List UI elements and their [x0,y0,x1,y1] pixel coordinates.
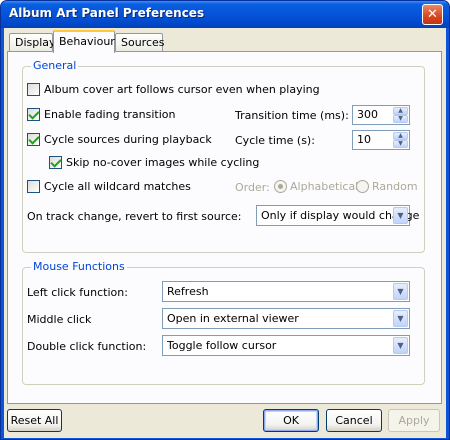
general-group: General Album cover art follows cursor e… [22,59,425,253]
left-click-label: Left click function: [27,286,128,299]
skip-nocover-box[interactable] [49,156,62,169]
middle-click-label: Middle click [27,313,92,326]
reset-all-button[interactable]: Reset All [7,409,62,432]
follow-cursor-label: Album cover art follows cursor even when… [44,83,320,96]
middle-click-select[interactable]: Open in external viewer ▼ [162,308,410,329]
double-click-select[interactable]: Toggle follow cursor ▼ [162,335,410,356]
order-alphabetical-label: Alphabetical [290,180,359,193]
order-random-radio[interactable]: Random [356,180,418,193]
follow-cursor-box[interactable] [27,83,40,96]
revert-label: On track change, revert to first source: [27,210,242,223]
skip-nocover-label: Skip no-cover images while cycling [66,156,260,169]
close-icon[interactable]: ✕ [422,4,443,25]
fading-checkbox[interactable]: Enable fading transition [27,108,175,122]
cycle-time-label: Cycle time (s): [235,134,315,147]
apply-button[interactable]: Apply [388,409,440,432]
tab-sources[interactable]: Sources [115,33,165,52]
left-click-select[interactable]: Refresh ▼ [162,281,410,302]
spin-up-icon[interactable]: ▲ [393,132,408,140]
order-label: Order: [235,181,270,194]
double-click-value: Toggle follow cursor [167,339,277,352]
fading-label: Enable fading transition [44,108,176,121]
tab-display[interactable]: Display [9,33,56,52]
spin-down-icon[interactable]: ▼ [393,140,408,148]
revert-select[interactable]: Only if display would change ▼ [256,205,419,226]
order-alphabetical-radio[interactable]: Alphabetical [274,180,358,193]
dialog-client-area: Display Behaviour Sources General Album … [4,28,446,438]
preferences-window: Album Art Panel Preferences ✕ Display Be… [0,0,450,440]
cycle-sources-box[interactable] [27,133,40,146]
middle-click-value: Open in external viewer [167,312,299,325]
spin-up-icon[interactable]: ▲ [393,107,408,115]
left-click-value: Refresh [167,285,209,298]
transition-time-spinner[interactable]: 300 ▲ ▼ [352,105,410,125]
follow-cursor-checkbox[interactable]: Album cover art follows cursor even when… [27,83,320,97]
chevron-down-icon[interactable]: ▼ [393,207,408,224]
spin-down-icon[interactable]: ▼ [393,115,408,123]
cycle-wildcard-box[interactable] [27,180,40,193]
cycle-sources-checkbox[interactable]: Cycle sources during playback [27,133,212,147]
order-random-label: Random [372,180,418,193]
cancel-button[interactable]: Cancel [326,409,382,432]
fading-box[interactable] [27,108,40,121]
cycle-sources-label: Cycle sources during playback [44,133,212,146]
title-bar[interactable]: Album Art Panel Preferences ✕ [1,1,449,28]
cycle-time-value[interactable]: 10 [357,133,371,146]
transition-time-value[interactable]: 300 [357,108,378,121]
chevron-down-icon[interactable]: ▼ [393,337,408,354]
skip-nocover-checkbox[interactable]: Skip no-cover images while cycling [49,156,259,170]
ok-button[interactable]: OK [263,409,319,432]
cycle-wildcard-label: Cycle all wildcard matches [44,180,191,193]
transition-time-label: Transition time (ms): [235,109,349,122]
chevron-down-icon[interactable]: ▼ [393,283,408,300]
mouse-group-title: Mouse Functions [31,260,127,273]
chevron-down-icon[interactable]: ▼ [393,310,408,327]
cycle-time-spinner[interactable]: 10 ▲ ▼ [352,130,410,150]
radio-unselected-icon[interactable] [356,180,369,193]
radio-selected-icon[interactable] [274,180,287,193]
mouse-functions-group: Mouse Functions Left click function: Ref… [22,260,425,385]
double-click-label: Double click function: [27,340,147,353]
window-title: Album Art Panel Preferences [9,6,205,20]
cycle-wildcard-checkbox[interactable]: Cycle all wildcard matches [27,180,191,194]
behaviour-tab-page: General Album cover art follows cursor e… [7,51,442,404]
tab-behaviour[interactable]: Behaviour [53,30,115,53]
general-group-title: General [31,59,79,72]
